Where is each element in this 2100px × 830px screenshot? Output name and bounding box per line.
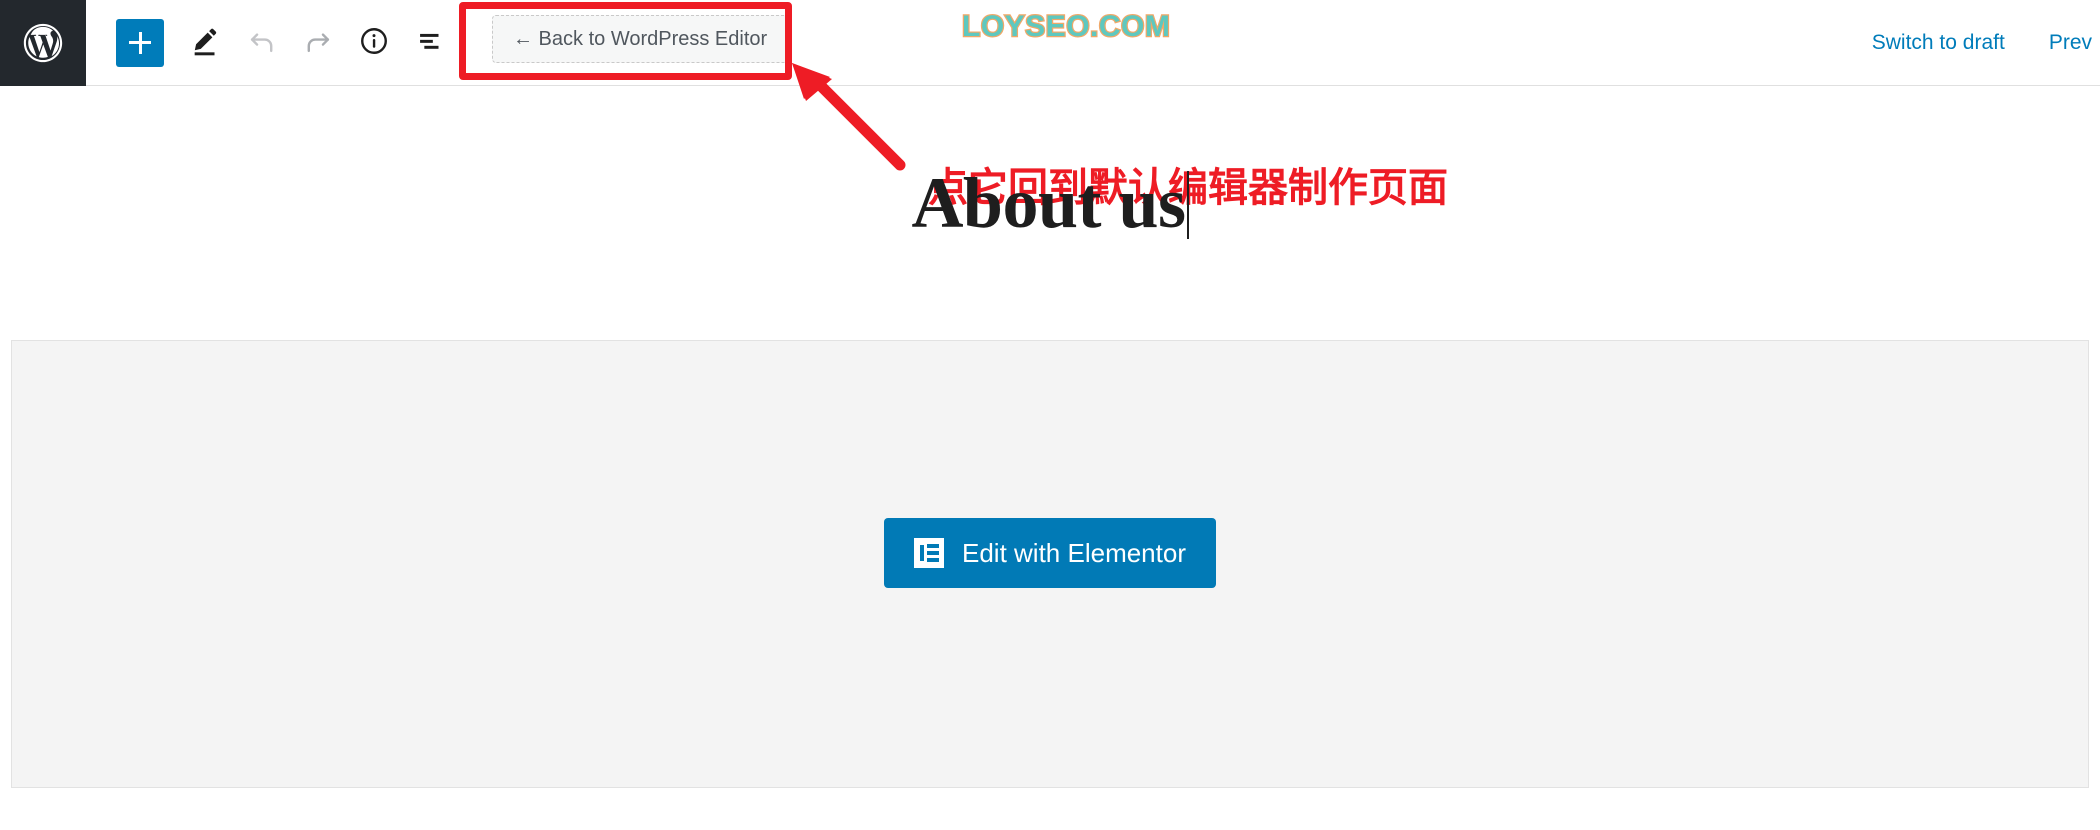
post-title-row: About us: [0, 160, 2100, 246]
switch-to-draft-button[interactable]: Switch to draft: [1872, 31, 2005, 55]
wordpress-block-editor-screen: ← Back to WordPress Editor LOYSEO.COM Sw…: [0, 0, 2100, 830]
back-to-wordpress-editor-button[interactable]: ← Back to WordPress Editor: [492, 15, 789, 63]
edit-with-elementor-button[interactable]: Edit with Elementor: [884, 518, 1216, 588]
list-view-button[interactable]: [402, 15, 458, 71]
edit-mode-button[interactable]: [178, 15, 234, 71]
text-caret: [1186, 171, 1189, 239]
post-title-field[interactable]: About us: [911, 160, 1189, 246]
redo-arrow-icon: [301, 24, 335, 61]
post-title-text: About us: [911, 163, 1186, 243]
undo-button[interactable]: [234, 15, 290, 71]
elementor-icon: [914, 538, 944, 568]
editor-toolbar: ← Back to WordPress Editor LOYSEO.COM Sw…: [0, 0, 2100, 86]
wordpress-logo-button[interactable]: [0, 0, 86, 86]
elementor-placeholder-panel: Edit with Elementor: [11, 340, 2089, 788]
plus-icon: [129, 31, 151, 54]
preview-button[interactable]: Prev: [2049, 31, 2092, 55]
undo-arrow-icon: [245, 24, 279, 61]
editor-actions-group: Switch to draft Prev: [1872, 0, 2100, 86]
details-button[interactable]: [346, 15, 402, 71]
list-view-icon: [413, 24, 447, 61]
redo-button[interactable]: [290, 15, 346, 71]
pencil-icon: [189, 24, 223, 61]
site-logo: LOYSEO.COM: [961, 9, 1171, 45]
info-circle-icon: [357, 24, 391, 61]
add-block-button[interactable]: [116, 18, 164, 67]
editor-tools-group: [86, 0, 458, 86]
wordpress-logo-icon: [20, 20, 66, 66]
back-to-wordpress-editor-wrapper: ← Back to WordPress Editor: [492, 15, 789, 63]
edit-with-elementor-label: Edit with Elementor: [962, 537, 1186, 568]
